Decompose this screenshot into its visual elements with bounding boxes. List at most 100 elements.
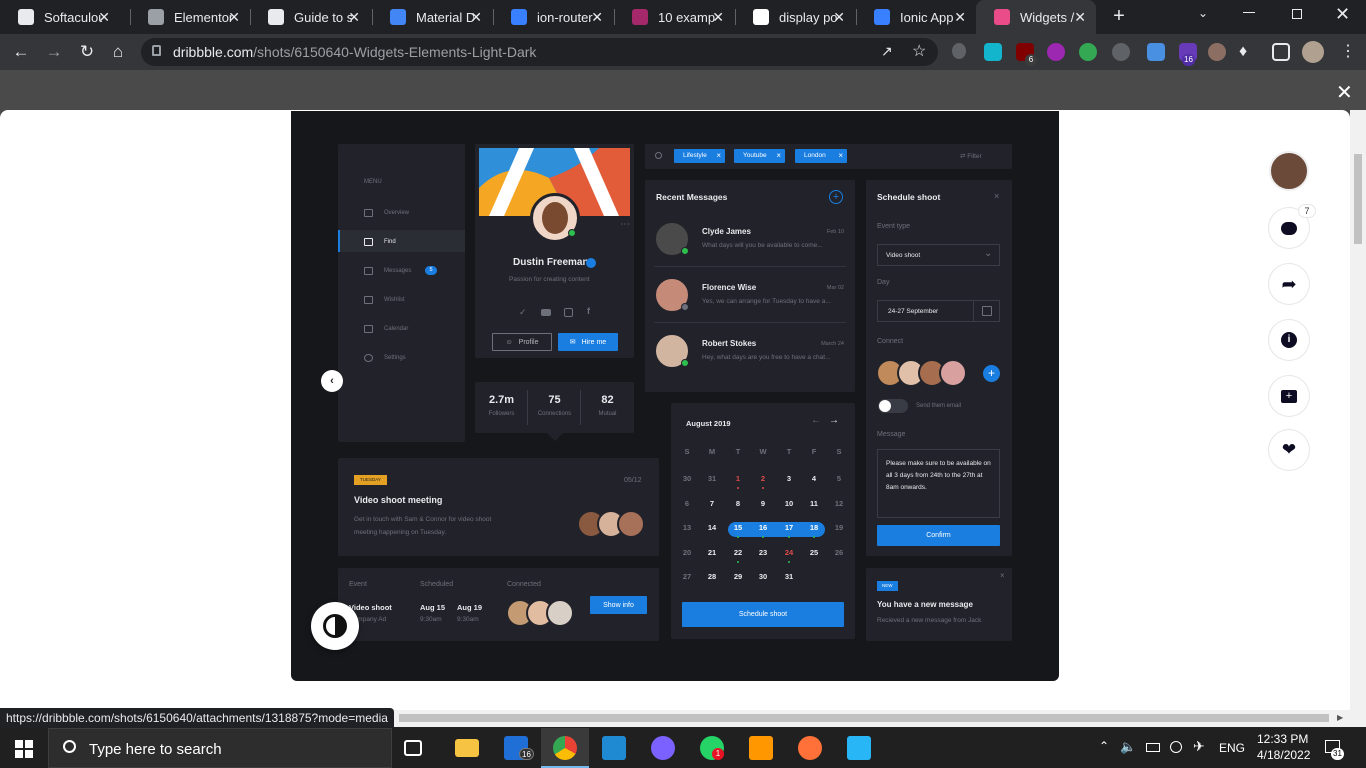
sublime-icon[interactable] [749, 736, 773, 760]
close-tab-icon[interactable]: ✕ [712, 9, 724, 26]
calendar-day[interactable]: 11 [801, 499, 827, 508]
vscode-icon[interactable] [602, 736, 626, 760]
next-month-icon[interactable]: → [829, 415, 839, 426]
instagram-icon[interactable] [564, 308, 573, 317]
battery-icon[interactable] [1146, 743, 1160, 752]
calendar-day[interactable]: 8 [725, 499, 751, 508]
calendar-day[interactable]: 30 [750, 572, 776, 581]
search-chip[interactable]: Lifestyle × [674, 149, 725, 163]
profile-avatar-icon[interactable] [1302, 41, 1324, 63]
wordpress-icon[interactable] [1112, 43, 1130, 61]
restore-button[interactable] [1292, 9, 1302, 19]
calendar-day[interactable]: 2 [750, 474, 776, 483]
calendar-day[interactable]: 6 [674, 499, 700, 508]
add-message-icon[interactable]: + [829, 190, 843, 204]
notification-close-icon[interactable]: × [1000, 571, 1005, 580]
file-explorer-icon[interactable] [455, 739, 479, 757]
calendar-day[interactable]: 3 [776, 474, 802, 483]
menu-item-calendar[interactable]: Calendar [384, 326, 408, 332]
browser-tab[interactable]: display po ✕ [735, 0, 855, 34]
minimize-button[interactable] [1243, 12, 1255, 13]
add-connection-button[interactable]: + [983, 365, 1000, 382]
calendar-day[interactable]: 16 [750, 523, 776, 532]
message-sender[interactable]: Clyde James [702, 227, 751, 236]
calendar-day[interactable]: 24 [776, 548, 802, 557]
extension-purple-icon[interactable] [1047, 43, 1065, 61]
calendar-day[interactable]: 20 [674, 548, 700, 557]
confirm-button[interactable]: Confirm [877, 525, 1000, 546]
menu-item-settings[interactable]: Settings [384, 355, 406, 361]
calendar-day[interactable]: 1 [725, 474, 751, 483]
browser-menu-icon[interactable]: ⋮ [1340, 41, 1356, 61]
close-tab-icon[interactable]: ✕ [348, 9, 360, 26]
calendar-day[interactable]: 31 [776, 572, 802, 581]
page-scrollbar[interactable] [1350, 110, 1366, 710]
calendar-day[interactable]: 13 [674, 523, 700, 532]
theme-toggle-button[interactable] [311, 602, 359, 650]
prev-month-icon[interactable]: ← [811, 415, 821, 426]
close-tab-icon[interactable]: ✕ [228, 9, 240, 26]
close-tab-icon[interactable]: ✕ [1074, 9, 1086, 26]
scroll-right-arrow[interactable]: ▶ [1337, 713, 1343, 722]
share-button[interactable]: ➦ [1269, 264, 1309, 304]
filter-button[interactable]: ⇄ Filter [960, 152, 982, 160]
event-type-select[interactable]: Video shoot ⌄ [877, 244, 1000, 266]
app-blue-icon[interactable] [847, 736, 871, 760]
chip-close-icon[interactable]: × [716, 149, 721, 163]
browser-tab[interactable]: Elementor ✕ [130, 0, 250, 34]
close-tab-icon[interactable]: ✕ [98, 9, 110, 26]
scrollbar-thumb[interactable] [1354, 154, 1362, 244]
close-tab-icon[interactable]: ✕ [833, 9, 845, 26]
address-bar[interactable]: dribbble.com/shots/6150640-Widgets-Eleme… [141, 38, 938, 66]
calendar-day[interactable]: 12 [826, 499, 852, 508]
task-view-icon[interactable] [404, 740, 422, 756]
calendar-day[interactable]: 30 [674, 474, 700, 483]
search-chip[interactable]: Youtube × [734, 149, 785, 163]
calendar-day[interactable]: 7 [699, 499, 725, 508]
volume-icon[interactable]: 🔈 [1120, 739, 1136, 755]
chip-close-icon[interactable]: × [838, 149, 843, 163]
menu-item-overview[interactable]: Overview [384, 210, 409, 216]
twitter-icon[interactable]: ✓ [519, 307, 527, 318]
calendar-day[interactable]: 15 [725, 523, 751, 532]
firefox-icon[interactable] [798, 736, 822, 760]
designer-avatar[interactable] [1269, 151, 1309, 191]
like-button[interactable]: ❤ [1269, 430, 1309, 470]
forward-button[interactable]: → [44, 42, 64, 62]
extension-glasses-icon[interactable] [1208, 43, 1226, 61]
share-icon[interactable]: ↗ [881, 43, 893, 60]
previous-shot-button[interactable]: ‹ [321, 370, 343, 392]
browser-tab[interactable]: Widgets / ✕ [976, 0, 1096, 34]
calendar-day[interactable]: 18 [801, 523, 827, 532]
calendar-day[interactable]: 29 [725, 572, 751, 581]
airplane-icon[interactable]: ✈ [1193, 738, 1205, 755]
calendar-day[interactable]: 5 [826, 474, 852, 483]
calendar-day[interactable]: 22 [725, 548, 751, 557]
menu-item-messages[interactable]: Messages [384, 268, 411, 274]
calendar-day[interactable]: 9 [750, 499, 776, 508]
chip-close-icon[interactable]: × [776, 149, 781, 163]
close-window-button[interactable]: ✕ [1335, 4, 1350, 25]
profile-button[interactable]: ☺ Profile [492, 333, 552, 351]
tab-search-icon[interactable]: ⌄ [1198, 6, 1208, 20]
chrome-icon[interactable] [553, 736, 577, 760]
close-tab-icon[interactable]: ✕ [470, 9, 482, 26]
calendar-day[interactable]: 14 [699, 523, 725, 532]
calendar-day[interactable]: 28 [699, 572, 725, 581]
network-icon[interactable] [1170, 741, 1182, 753]
bookmark-star-icon[interactable]: ☆ [912, 41, 926, 61]
windows-start-icon[interactable] [15, 740, 33, 758]
calendar-day[interactable]: 4 [801, 474, 827, 483]
calendar-day[interactable]: 17 [776, 523, 802, 532]
calendar-day[interactable]: 10 [776, 499, 802, 508]
calendar-day[interactable]: 19 [826, 523, 852, 532]
calendar-day[interactable]: 23 [750, 548, 776, 557]
menu-item-wishlist[interactable]: Wishlist [384, 297, 405, 303]
day-input[interactable]: 24-27 September [877, 300, 1000, 322]
menu-item-find[interactable]: Find [384, 239, 396, 245]
close-tab-icon[interactable]: ✕ [591, 9, 603, 26]
show-info-button[interactable]: Show info [590, 596, 647, 614]
taskbar-search-box[interactable]: Type here to search [48, 728, 392, 768]
calendar-day[interactable]: 31 [699, 474, 725, 483]
lightbulb-icon[interactable] [952, 43, 966, 59]
